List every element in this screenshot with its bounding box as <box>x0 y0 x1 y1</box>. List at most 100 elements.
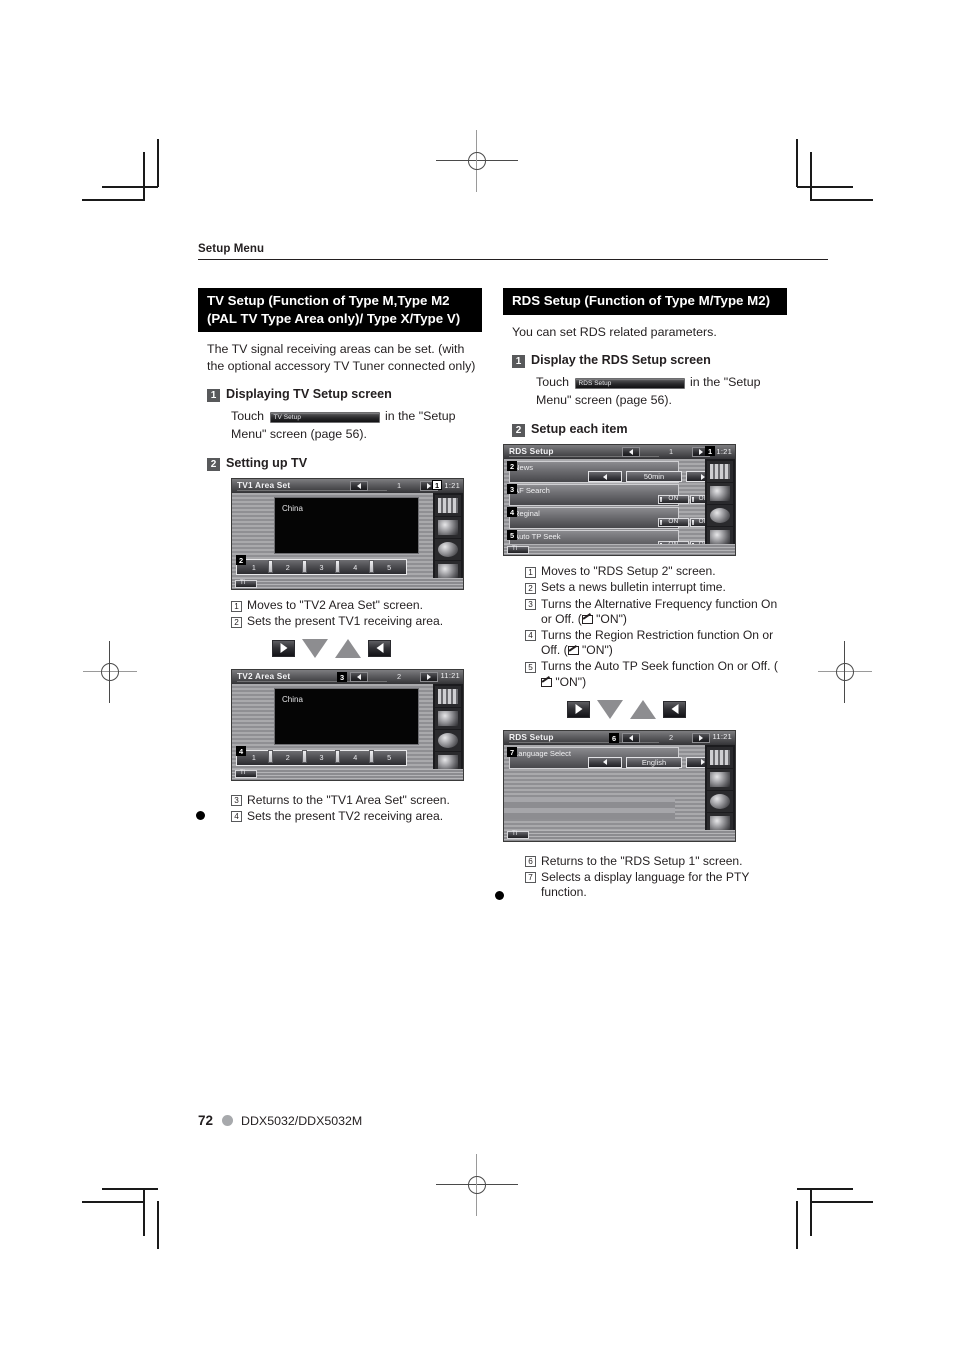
tv1-keypad-icon[interactable] <box>435 495 461 517</box>
registration-mark-bottom <box>436 1154 518 1216</box>
rds-language-value-box: English <box>626 756 682 768</box>
tv2-area-name: China <box>282 694 303 704</box>
running-header: Setup Menu <box>198 243 828 260</box>
tv2-callout-list: 3 Returns to the "TV1 Area Set" screen. … <box>231 793 483 824</box>
rds2-keypad-icon[interactable] <box>707 746 733 768</box>
tv2-icon-strip <box>433 683 463 773</box>
tv2-screen-title: TV2 Area Set <box>237 670 291 681</box>
tv2-screen-body: China 1 2 3 4 5 <box>232 683 433 769</box>
rds2-camera-icon[interactable] <box>707 768 733 790</box>
crop-mark-bottom-left-h1 <box>102 1188 158 1190</box>
rds1-callout-text-3b: "ON") <box>592 611 627 626</box>
rds-step-2: 2 Setup each item <box>512 422 787 438</box>
rds-arrow-right-button-icon <box>567 700 590 718</box>
rds1-clock: 1:21 <box>716 446 732 456</box>
tv-setup-heading-line2: (PAL TV Type Area only)/ Type X/Type V) <box>207 310 461 326</box>
tv-navigation-arrows <box>272 638 482 658</box>
tv-arrow-right-button-icon <box>272 639 295 657</box>
tv-setup-touch-button[interactable]: TV Setup <box>269 412 380 424</box>
rds-touch-pre: Touch <box>536 375 570 390</box>
rds-row-language-select: Language Select English <box>509 746 720 769</box>
rds-language-prev[interactable] <box>588 756 622 768</box>
rds-news-value: 50min <box>643 472 665 482</box>
tv1-preset-4[interactable]: 4 <box>335 559 372 573</box>
tv2-callout-num-3: 3 <box>231 795 242 807</box>
tv2-bottom-bar: TI <box>232 768 463 780</box>
model-name: DDX5032/DDX5032M <box>241 1113 363 1128</box>
tv1-preset-row[interactable]: 1 2 3 4 5 <box>236 559 407 576</box>
rds2-callout-list: 6 Returns to the "RDS Setup 1" screen. 7… <box>525 854 787 901</box>
tv1-page-indicator: 1 <box>397 481 402 491</box>
tv2-preset-3[interactable]: 3 <box>301 750 339 764</box>
tv1-callout-row-2: 2 Sets the present TV1 receiving area. <box>231 614 483 629</box>
rds-af-on-button[interactable]: ON <box>658 494 689 505</box>
rds2-ti-button[interactable]: TI <box>507 831 529 840</box>
tv2-callout-row-3: 3 Returns to the "TV1 Area Set" screen. <box>231 793 483 808</box>
tv2-keypad-icon[interactable] <box>435 685 461 707</box>
rds1-screen-body: News 50min AF Search ON Reginal ON Auto … <box>504 459 721 553</box>
rds-setup-touch-button-label: RDS Setup <box>578 380 612 388</box>
tv1-camera-icon[interactable] <box>435 517 461 539</box>
rds1-keypad-icon[interactable] <box>707 461 733 483</box>
tv1-preset-3[interactable]: 3 <box>301 559 339 573</box>
rds-step-1-number: 1 <box>512 355 525 369</box>
tv1-ti-button[interactable]: TI <box>235 579 257 588</box>
rds-row-regional-label: Reginal <box>514 509 540 519</box>
tv2-preset-5[interactable]: 5 <box>369 750 406 764</box>
rds1-ti-button[interactable]: TI <box>507 545 529 554</box>
crop-mark-bottom-left-v1 <box>143 1188 145 1236</box>
rds1-callout-text-5a: Turns the Auto TP Seek function On or Of… <box>541 659 778 674</box>
rds1-callout-list: 1 Moves to "RDS Setup 2" screen. 2 Sets … <box>525 564 787 690</box>
rds-af-on-label: ON <box>668 494 679 502</box>
tv-setup-intro: The TV signal receiving areas can be set… <box>207 342 476 373</box>
rds1-callout-num-4: 4 <box>525 630 536 642</box>
rds-row-news: News 50min <box>509 461 720 484</box>
tv2-preset-4[interactable]: 4 <box>335 750 372 764</box>
registration-mark-left <box>83 641 137 703</box>
tv1-preset-5[interactable]: 5 <box>369 559 406 573</box>
rds-regional-on-button[interactable]: ON <box>658 518 689 528</box>
rds1-prev-button[interactable] <box>622 447 640 458</box>
tv-touch-instruction: Touch TV Setup in the "Setup Menu" scree… <box>231 408 481 443</box>
rds-news-decrement[interactable] <box>588 471 622 483</box>
rds2-next-button[interactable] <box>692 732 710 743</box>
rds2-prev-button[interactable] <box>622 732 640 743</box>
tv2-callout-num-4: 4 <box>231 811 242 823</box>
rds-touch-instruction: Touch RDS Setup in the "Setup Menu" scre… <box>536 374 786 409</box>
crop-mark-top-right-v1 <box>810 152 812 200</box>
tv2-disc-icon[interactable] <box>435 729 461 751</box>
rds1-callout-row-1: 1 Moves to "RDS Setup 2" screen. <box>525 564 787 579</box>
rds1-callout-4: 4 <box>507 507 517 518</box>
rds-setup-touch-button[interactable]: RDS Setup <box>574 378 685 390</box>
rds2-screen-body: Language Select English <box>504 744 720 830</box>
rds1-screen-title: RDS Setup <box>509 446 554 457</box>
tv1-ti-label: TI <box>240 579 246 586</box>
rds1-camera-icon[interactable] <box>707 483 733 505</box>
tv2-preset-2[interactable]: 2 <box>267 750 305 764</box>
default-setting-icon-5 <box>541 677 552 687</box>
crop-mark-top-left-v2 <box>157 139 159 187</box>
tv2-preset-row[interactable]: 1 2 3 4 5 <box>236 749 407 766</box>
rds1-callout-row-5: 5 Turns the Auto TP Seek function On or … <box>525 659 787 689</box>
rds1-callout-text-4b: "ON") <box>578 643 613 658</box>
tv2-camera-icon[interactable] <box>435 707 461 729</box>
rds-news-value-box: 50min <box>626 471 682 483</box>
rds-setup-2-screenshot: RDS Setup 6 2 11:21 Language Select Engl… <box>503 729 736 842</box>
tv2-prev-button[interactable] <box>350 671 368 682</box>
page-footer: 72 DDX5032/DDX5032M <box>198 1113 362 1128</box>
rds2-callout-row-6: 6 Returns to the "RDS Setup 1" screen. <box>525 854 787 869</box>
rds2-callout-text-6: Returns to the "RDS Setup 1" screen. <box>541 853 743 868</box>
rds2-disc-icon[interactable] <box>707 790 733 812</box>
tv2-ti-button[interactable]: TI <box>235 770 257 779</box>
rds1-callout-row-4: 4 Turns the Region Restriction function … <box>525 628 787 658</box>
tv2-video-area: China <box>274 687 419 745</box>
tv1-callout-row-1: 1 Moves to "TV2 Area Set" screen. <box>231 598 483 613</box>
rds-step-2-number: 2 <box>512 424 525 438</box>
tv2-next-button[interactable] <box>420 671 438 682</box>
tv1-prev-button[interactable] <box>350 481 368 492</box>
rds2-bottom-bar: TI <box>504 829 735 841</box>
tv1-disc-icon[interactable] <box>435 539 461 561</box>
tv1-preset-2[interactable]: 2 <box>267 559 305 573</box>
right-column: RDS Setup (Function of Type M/Type M2) Y… <box>503 288 787 901</box>
rds1-disc-icon[interactable] <box>707 505 733 527</box>
